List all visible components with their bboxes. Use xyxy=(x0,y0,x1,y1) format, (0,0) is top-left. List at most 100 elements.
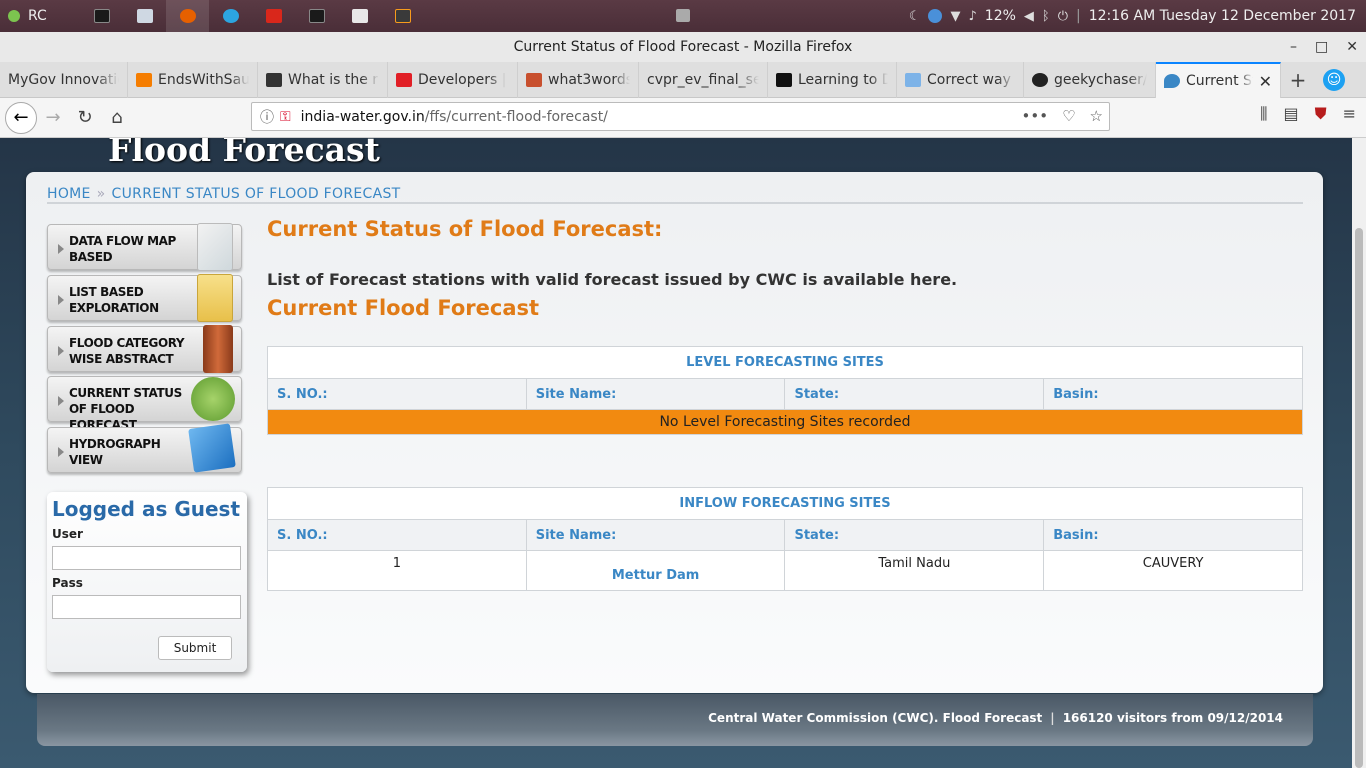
bookmark-star-icon[interactable]: ☆ xyxy=(1090,107,1103,125)
window-title: Current Status of Flood Forecast - Mozil… xyxy=(0,32,1366,62)
tab-blogger[interactable]: EndsWithSau xyxy=(128,62,258,98)
close-window-icon[interactable]: ✕ xyxy=(1346,39,1358,55)
new-tab-button[interactable]: + xyxy=(1281,62,1315,98)
rain-cloud-icon xyxy=(191,377,235,421)
reload-button[interactable]: ↻ xyxy=(69,102,101,134)
ublock-icon[interactable]: ⛊ xyxy=(1315,104,1327,124)
terminal-icon xyxy=(308,9,325,23)
tab-correct-way[interactable]: Correct way o xyxy=(897,62,1024,98)
app-menu[interactable]: RC xyxy=(0,8,80,24)
volume-icon[interactable]: ◀ xyxy=(1024,9,1034,24)
table-row: 1 Mettur Dam Tamil Nadu CAUVERY xyxy=(267,550,1303,591)
window-controls: – □ ✕ xyxy=(1290,32,1358,62)
taskbar-telegram[interactable] xyxy=(209,0,252,32)
menu-data-flow-map[interactable]: DATA FLOW MAP BASED xyxy=(47,223,242,271)
scrollbar-thumb[interactable] xyxy=(1355,228,1363,768)
wifi-icon[interactable]: ▼ xyxy=(950,9,960,24)
close-tab-icon[interactable]: ✕ xyxy=(1259,72,1272,91)
arrow-icon xyxy=(58,244,64,254)
map-icon xyxy=(197,223,233,271)
taskbar-firefox[interactable] xyxy=(166,0,209,32)
info-icon[interactable]: ⓘ xyxy=(260,107,274,127)
column-header: Site Name: xyxy=(525,519,786,551)
footer-separator: | xyxy=(1050,711,1055,725)
tab-mygov[interactable]: MyGov Innovatio xyxy=(0,62,128,98)
user-input[interactable] xyxy=(52,546,241,570)
taskbar-terminal[interactable] xyxy=(80,0,123,32)
inflow-forecasting-table: INFLOW FORECASTING SITES S. NO.: Site Na… xyxy=(267,487,1303,591)
url-path: /ffs/current-flood-forecast/ xyxy=(424,108,608,125)
column-header: Site Name: xyxy=(525,378,786,410)
site-name-link[interactable]: Mettur Dam xyxy=(525,550,786,591)
page-scrollbar[interactable] xyxy=(1352,138,1366,768)
power-icon[interactable]: ⏻ xyxy=(1058,9,1068,24)
tab-what3words[interactable]: what3words | xyxy=(518,62,639,98)
url-domain: india-water.gov.in xyxy=(300,108,425,125)
medium-icon xyxy=(776,73,792,87)
taskbar-files[interactable] xyxy=(338,0,381,32)
minimize-icon[interactable]: – xyxy=(1290,39,1297,55)
page-actions-icon[interactable]: ••• xyxy=(1022,107,1049,125)
submit-button[interactable]: Submit xyxy=(158,636,232,660)
site-footer: Central Water Commission (CWC). Flood Fo… xyxy=(37,694,1313,746)
forward-button[interactable]: → xyxy=(37,102,69,134)
sublime-icon xyxy=(394,9,411,23)
page-title: Current Status of Flood Forecast: xyxy=(267,217,663,241)
menu-list-based[interactable]: LIST BASED EXPLORATION xyxy=(47,274,242,322)
breadcrumb-current[interactable]: CURRENT STATUS OF FLOOD FORECAST xyxy=(112,186,401,202)
breadcrumb-separator: » xyxy=(96,186,106,202)
globe-icon[interactable] xyxy=(928,9,943,23)
column-header: S. NO.: xyxy=(267,519,527,551)
workspace-icon[interactable] xyxy=(676,9,690,22)
tab-strip: MyGov Innovatio EndsWithSau What is the … xyxy=(0,62,1366,98)
hamburger-menu-icon[interactable]: ≡ xyxy=(1343,104,1356,124)
menu-label: FLOOD CATEGORY WISE ABSTRACT xyxy=(69,336,185,366)
breadcrumb: HOME » CURRENT STATUS OF FLOOD FORECAST xyxy=(47,186,1303,204)
battery-level[interactable]: 12% xyxy=(985,8,1016,24)
window-icon xyxy=(136,9,153,23)
maximize-icon[interactable]: □ xyxy=(1315,39,1328,55)
menu-current-status[interactable]: CURRENT STATUS OF FLOOD FORECAST xyxy=(47,376,242,432)
tab-developers[interactable]: Developers | xyxy=(388,62,518,98)
taskbar-terminal-2[interactable] xyxy=(295,0,338,32)
bluetooth-icon[interactable]: ᛒ xyxy=(1042,9,1050,24)
login-box: Logged as Guest User Pass Submit xyxy=(47,492,247,672)
tab-label: Correct way o xyxy=(927,72,1015,88)
clock[interactable]: 12:16 AM Tuesday 12 December 2017 xyxy=(1089,8,1356,24)
tab-learning[interactable]: Learning to D xyxy=(768,62,897,98)
library-icon[interactable]: ⫼ xyxy=(1260,104,1267,124)
taskbar-sublime[interactable] xyxy=(381,0,424,32)
pocket-icon[interactable]: ♡ xyxy=(1062,107,1075,125)
column-header: State: xyxy=(784,378,1045,410)
login-heading: Logged as Guest xyxy=(52,497,241,521)
insecure-lock-icon[interactable]: ⚿ xyxy=(280,109,291,125)
hydrograph-icon xyxy=(188,423,236,473)
sidebar-icon[interactable]: ▤ xyxy=(1283,104,1298,124)
column-header: Basin: xyxy=(1043,378,1303,410)
tab-label: Current Sta xyxy=(1186,73,1253,89)
arrow-icon xyxy=(58,396,64,406)
menu-hydrograph[interactable]: HYDROGRAPH VIEW xyxy=(47,423,242,473)
tab-label: EndsWithSau xyxy=(158,72,249,88)
column-header: Basin: xyxy=(1043,519,1303,551)
breadcrumb-home[interactable]: HOME xyxy=(47,186,91,202)
home-button[interactable]: ⌂ xyxy=(101,102,133,134)
w3w-icon xyxy=(526,73,542,87)
taskbar-window[interactable] xyxy=(123,0,166,32)
pass-input[interactable] xyxy=(52,595,241,619)
tab-label: geekychaser/ xyxy=(1054,72,1147,88)
tab-whatis[interactable]: What is the ri xyxy=(258,62,388,98)
menu-flood-category[interactable]: FLOOD CATEGORY WISE ABSTRACT xyxy=(47,325,242,373)
night-mode-icon[interactable]: ☾ xyxy=(909,9,921,24)
tab-github[interactable]: geekychaser/ xyxy=(1024,62,1156,98)
section-title: Current Flood Forecast xyxy=(267,296,540,320)
taskbar-pdf[interactable] xyxy=(252,0,295,32)
back-button[interactable]: ← xyxy=(5,101,37,134)
accessibility-icon[interactable]: ☺ xyxy=(1323,69,1345,91)
tab-cvpr[interactable]: cvpr_ev_final_se xyxy=(639,62,768,98)
intro-text: List of Forecast stations with valid for… xyxy=(267,270,958,289)
tab-label: What is the ri xyxy=(288,72,379,88)
address-bar[interactable]: ⓘ ⚿ india-water.gov.in/ffs/current-flood… xyxy=(251,102,1110,131)
tab-current-status[interactable]: Current Sta ✕ xyxy=(1156,62,1281,98)
notification-bell-icon[interactable]: ♪ xyxy=(968,9,976,24)
